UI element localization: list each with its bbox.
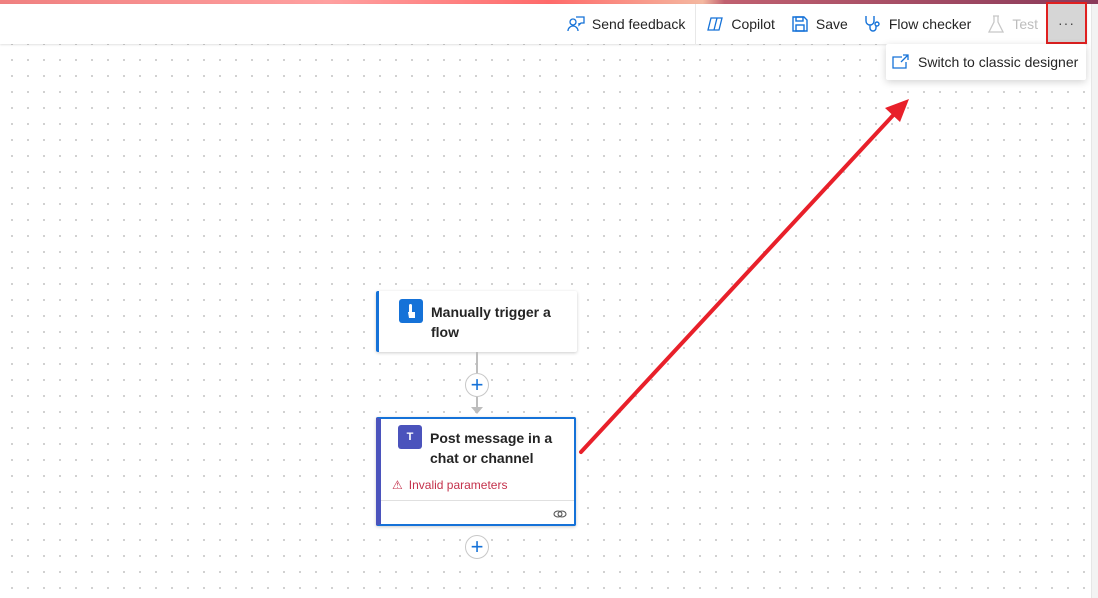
annotation-arrow [579,99,909,454]
